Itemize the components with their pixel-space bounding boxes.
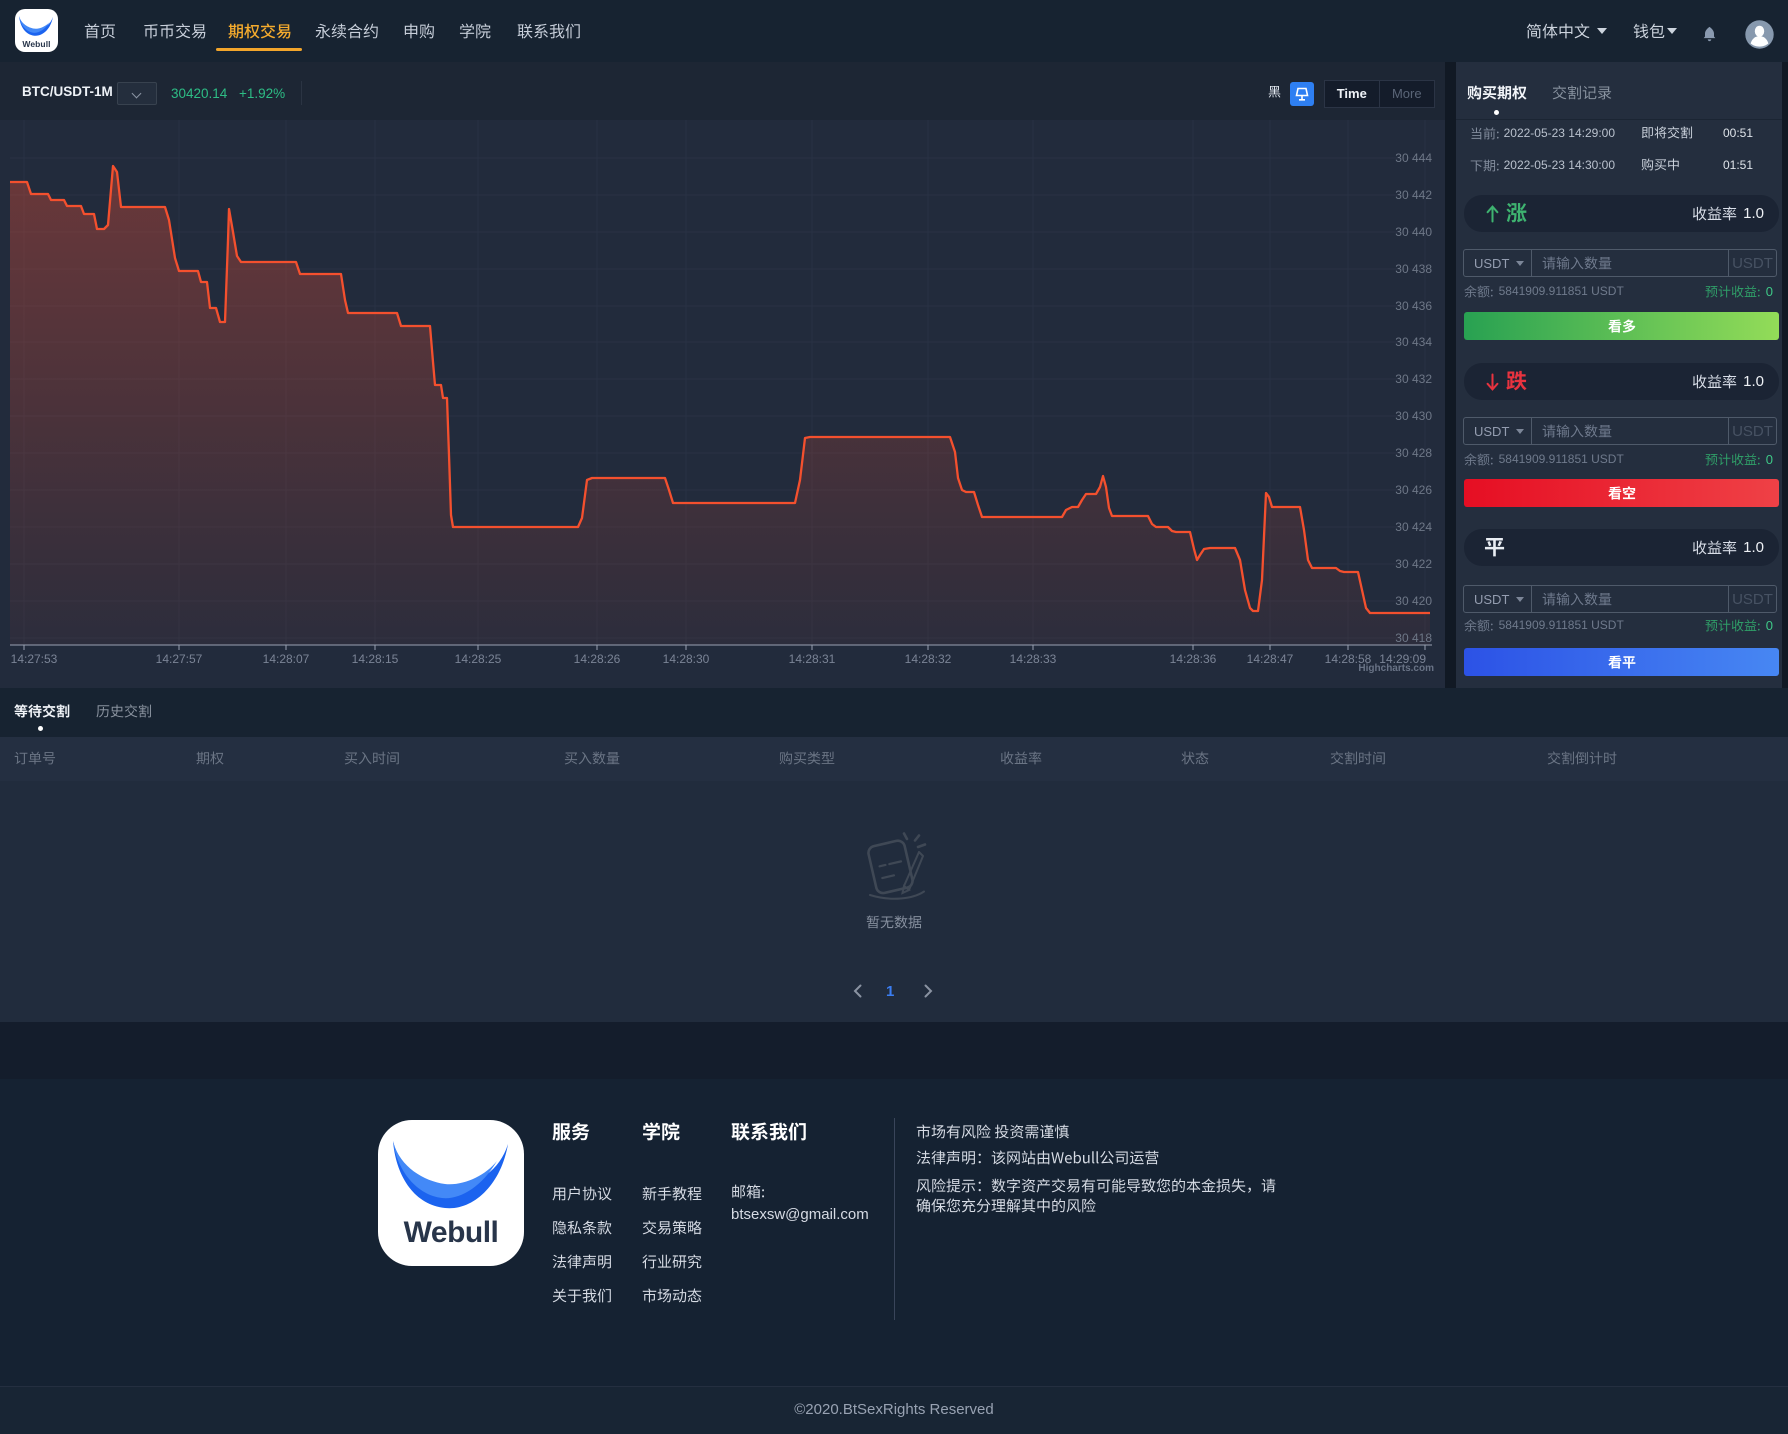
svg-text:30 436: 30 436: [1395, 299, 1432, 313]
svg-text:30 428: 30 428: [1395, 446, 1432, 460]
svg-text:30 440: 30 440: [1395, 225, 1432, 239]
svg-text:14:28:47: 14:28:47: [1247, 652, 1294, 666]
svg-text:30 420: 30 420: [1395, 594, 1432, 608]
svg-text:14:28:33: 14:28:33: [1010, 652, 1057, 666]
svg-text:30 424: 30 424: [1395, 520, 1432, 534]
svg-text:30 444: 30 444: [1395, 151, 1432, 165]
svg-text:30 426: 30 426: [1395, 483, 1432, 497]
svg-text:14:28:32: 14:28:32: [905, 652, 952, 666]
svg-text:14:28:26: 14:28:26: [574, 652, 621, 666]
svg-text:30 442: 30 442: [1395, 188, 1432, 202]
svg-text:14:27:53: 14:27:53: [11, 652, 58, 666]
svg-text:14:28:15: 14:28:15: [352, 652, 399, 666]
svg-text:14:27:57: 14:27:57: [156, 652, 203, 666]
svg-text:30 422: 30 422: [1395, 557, 1432, 571]
svg-text:30 430: 30 430: [1395, 409, 1432, 423]
svg-text:30 438: 30 438: [1395, 262, 1432, 276]
svg-text:14:28:07: 14:28:07: [263, 652, 310, 666]
svg-text:14:28:25: 14:28:25: [455, 652, 502, 666]
svg-text:14:28:31: 14:28:31: [789, 652, 836, 666]
svg-text:30 418: 30 418: [1395, 631, 1432, 645]
svg-text:14:28:36: 14:28:36: [1170, 652, 1217, 666]
svg-text:Highcharts.com: Highcharts.com: [1358, 663, 1434, 674]
svg-text:30 432: 30 432: [1395, 372, 1432, 386]
svg-text:30 434: 30 434: [1395, 335, 1432, 349]
svg-text:14:28:30: 14:28:30: [663, 652, 710, 666]
